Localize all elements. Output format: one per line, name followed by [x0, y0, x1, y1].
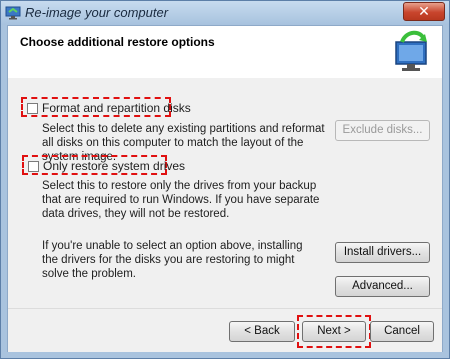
dialog-window: Re-image your computer ✕ Choose addition… [0, 0, 450, 359]
back-button[interactable]: < Back [229, 321, 295, 342]
title-bar[interactable]: Re-image your computer ✕ [1, 1, 449, 25]
wizard-header: Choose additional restore options [8, 26, 442, 79]
wizard-content: Choose additional restore options Format… [7, 25, 443, 352]
backup-restore-icon [395, 30, 427, 71]
wizard-body: Format and repartition disks Select this… [8, 78, 442, 308]
install-drivers-button[interactable]: Install drivers... [335, 242, 430, 263]
wizard-footer: < Back Next > Cancel [8, 308, 442, 352]
system-drives-checkbox[interactable] [28, 160, 39, 172]
format-checkbox[interactable] [27, 102, 38, 114]
format-option[interactable]: Format and repartition disks [27, 101, 191, 115]
drivers-info-text: If you're unable to select an option abo… [42, 240, 303, 280]
page-title: Choose additional restore options [20, 35, 215, 49]
system-drives-option[interactable]: Only restore system drives [28, 159, 185, 173]
system-drives-description: Select this to restore only the drives f… [42, 180, 320, 220]
exclude-disks-button[interactable]: Exclude disks... [335, 120, 430, 141]
advanced-button[interactable]: Advanced... [335, 276, 430, 297]
close-button[interactable]: ✕ [403, 2, 445, 21]
backup-restore-icon [5, 6, 21, 20]
window-title: Re-image your computer [25, 5, 169, 20]
cancel-button[interactable]: Cancel [370, 321, 434, 342]
next-button[interactable]: Next > [302, 321, 366, 342]
format-label: Format and repartition disks [42, 101, 191, 115]
system-drives-label: Only restore system drives [43, 159, 186, 173]
